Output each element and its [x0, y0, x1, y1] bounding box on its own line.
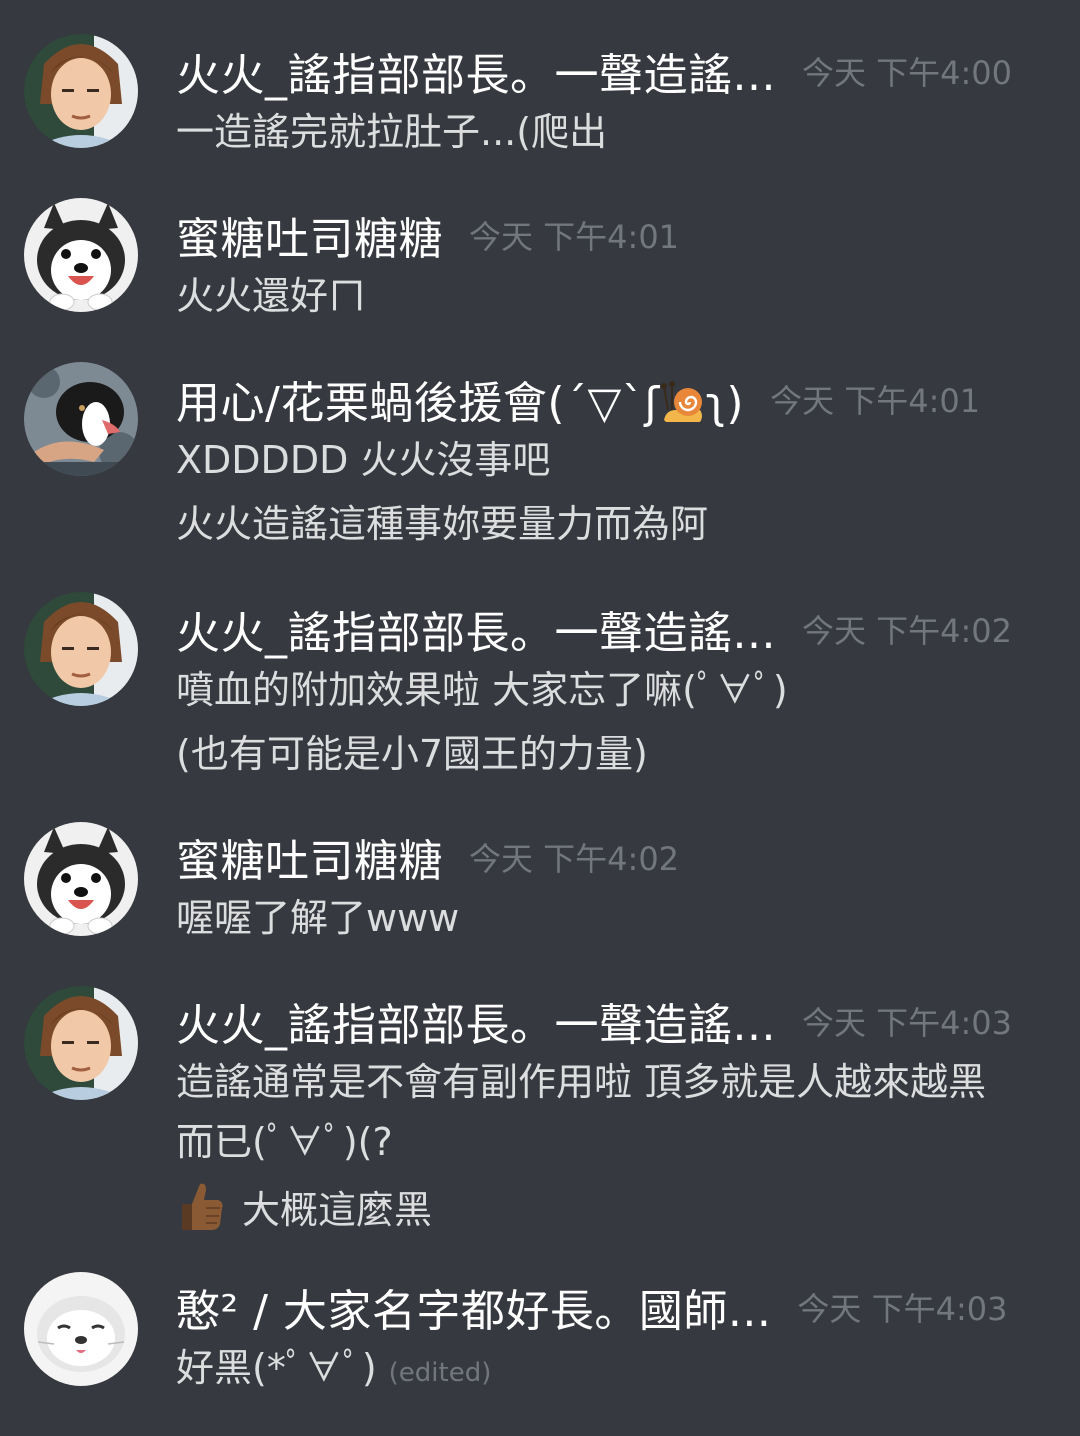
- author-name-suffix: ʅ): [705, 378, 745, 429]
- person-avatar[interactable]: [24, 986, 138, 1100]
- snail-icon: [660, 380, 706, 424]
- message-text: 而已(ﾟ∀ﾟ)(?: [176, 1120, 393, 1164]
- message-timestamp: 今天 下午4:03: [797, 1290, 1008, 1328]
- message-text: 好黑(*ﾟ∀ﾟ) (edited): [176, 1340, 1056, 1396]
- reaction-text: 大概這麼黑: [242, 1187, 433, 1232]
- message-timestamp: 今天 下午4:02: [801, 612, 1013, 650]
- message-author[interactable]: 蜜糖吐司糖糖: [176, 203, 443, 267]
- person-avatar[interactable]: [24, 592, 138, 706]
- message-text: 喔喔了解了www: [176, 896, 460, 940]
- message-text: 一造謠完就拉肚子...(爬出: [176, 110, 608, 154]
- message-timestamp: 今天 下午4:02: [469, 840, 680, 878]
- seal-avatar[interactable]: [24, 1272, 138, 1386]
- message-author[interactable]: 火火_謠指部部長。一聲造謠...: [176, 39, 776, 103]
- message-author[interactable]: 火火_謠指部部長。一聲造謠...: [176, 597, 776, 661]
- thumbs-up-icon: [176, 1180, 224, 1232]
- message-text: 火火還好ㄇ: [176, 274, 367, 318]
- message-author[interactable]: 火火_謠指部部長。一聲造謠...: [176, 989, 776, 1053]
- message-text: 造謠通常是不會有副作用啦 頂多就是人越來越黑: [176, 1060, 987, 1104]
- border-collie-avatar[interactable]: [24, 362, 138, 476]
- husky-avatar[interactable]: [24, 822, 138, 936]
- message-text-content: 好黑(*ﾟ∀ﾟ): [176, 1346, 377, 1390]
- message-text: 噴血的附加效果啦 大家忘了嘛(ﾟ∀ﾟ): [176, 668, 788, 712]
- chat-message-list: 火火_謠指部部長。一聲造謠... 今天 下午4:00 一造謠完就拉肚子...(爬…: [0, 0, 1080, 1436]
- message-author[interactable]: 蜜糖吐司糖糖: [176, 825, 443, 889]
- message-timestamp: 今天 下午4:01: [469, 218, 680, 256]
- edited-label: (edited): [388, 1358, 492, 1388]
- message-timestamp: 今天 下午4:03: [801, 1004, 1013, 1042]
- message-text: 火火造謠這種事妳要量力而為阿: [176, 502, 709, 546]
- message-timestamp: 今天 下午4:01: [770, 382, 981, 420]
- message-timestamp: 今天 下午4:00: [801, 54, 1013, 92]
- author-name-prefix: 用心/花栗蝸後援會(´▽`ʃ: [176, 378, 660, 429]
- husky-avatar[interactable]: [24, 198, 138, 312]
- person-avatar[interactable]: [24, 34, 138, 148]
- message-author[interactable]: 憨² / 大家名字都好長。國師...: [176, 1275, 771, 1339]
- reaction-line: 大概這麼黑: [176, 1176, 432, 1236]
- message-text: (也有可能是小7國王的力量): [176, 732, 648, 776]
- message-author[interactable]: 用心/花栗蝸後援會(´▽`ʃ ʅ): [176, 367, 744, 431]
- message-text: XDDDDD 火火沒事吧: [176, 438, 551, 482]
